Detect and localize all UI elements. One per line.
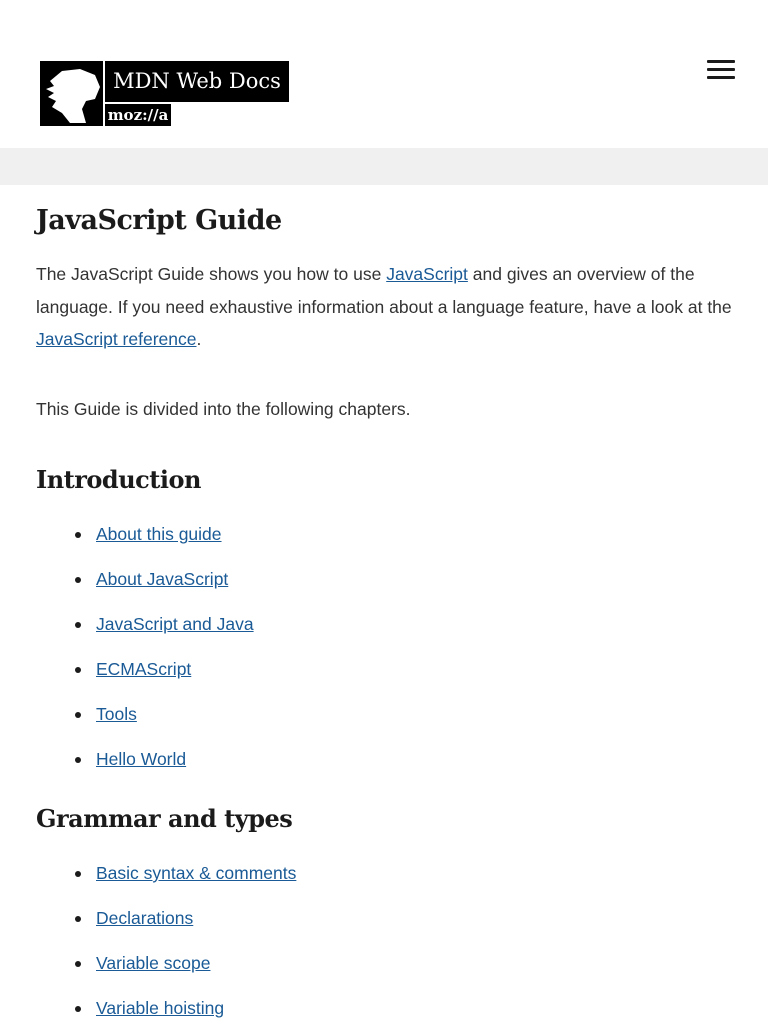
site-header: MDN Web Docs moz://a <box>0 0 768 148</box>
logo-title: MDN Web Docs <box>105 61 289 102</box>
chapter-link[interactable]: Variable hoisting <box>96 998 224 1018</box>
page-title: JavaScript Guide <box>36 205 282 236</box>
javascript-reference-link[interactable]: JavaScript reference <box>36 329 197 349</box>
main-content: JavaScript Guide The JavaScript Guide sh… <box>0 205 768 1031</box>
chapter-link[interactable]: ECMAScript <box>96 659 191 679</box>
list-item: Tools <box>75 692 732 737</box>
list-item: Declarations <box>75 896 732 941</box>
breadcrumb-bar <box>0 148 768 185</box>
section-heading-grammar-and-types: Grammar and types <box>36 804 293 833</box>
javascript-link[interactable]: JavaScript <box>386 264 468 284</box>
chapter-link[interactable]: Tools <box>96 704 137 724</box>
chapters-text: This Guide is divided into the following… <box>36 398 411 419</box>
introduction-list: About this guide About JavaScript JavaSc… <box>36 512 732 782</box>
chapter-link[interactable]: Basic syntax & comments <box>96 863 296 883</box>
intro-paragraph: The JavaScript Guide shows you how to us… <box>36 258 732 356</box>
grammar-list: Basic syntax & comments Declarations Var… <box>36 851 732 1031</box>
chapter-link[interactable]: Variable scope <box>96 953 210 973</box>
mdn-logo[interactable]: MDN Web Docs moz://a <box>40 61 289 126</box>
chapter-link[interactable]: About this guide <box>96 524 222 544</box>
list-item: About JavaScript <box>75 557 732 602</box>
chapter-link[interactable]: Hello World <box>96 749 186 769</box>
intro-text: The JavaScript Guide shows you how to us… <box>36 264 387 284</box>
list-item: Variable hoisting <box>75 986 732 1031</box>
chapter-link[interactable]: Declarations <box>96 908 193 928</box>
list-item: Basic syntax & comments <box>75 851 732 896</box>
list-item: ECMAScript <box>75 647 732 692</box>
intro-text: . <box>196 329 202 349</box>
hamburger-menu-icon[interactable] <box>704 57 738 83</box>
list-item: About this guide <box>75 512 732 557</box>
chapter-link[interactable]: About JavaScript <box>96 569 228 589</box>
list-item: JavaScript and Java <box>75 602 732 647</box>
section-heading-introduction: Introduction <box>36 465 201 494</box>
list-item: Hello World <box>75 737 732 782</box>
mozilla-wordmark: moz://a <box>105 104 171 126</box>
chapter-link[interactable]: JavaScript and Java <box>96 614 254 634</box>
dino-logo-icon <box>40 61 103 126</box>
list-item: Variable scope <box>75 941 732 986</box>
